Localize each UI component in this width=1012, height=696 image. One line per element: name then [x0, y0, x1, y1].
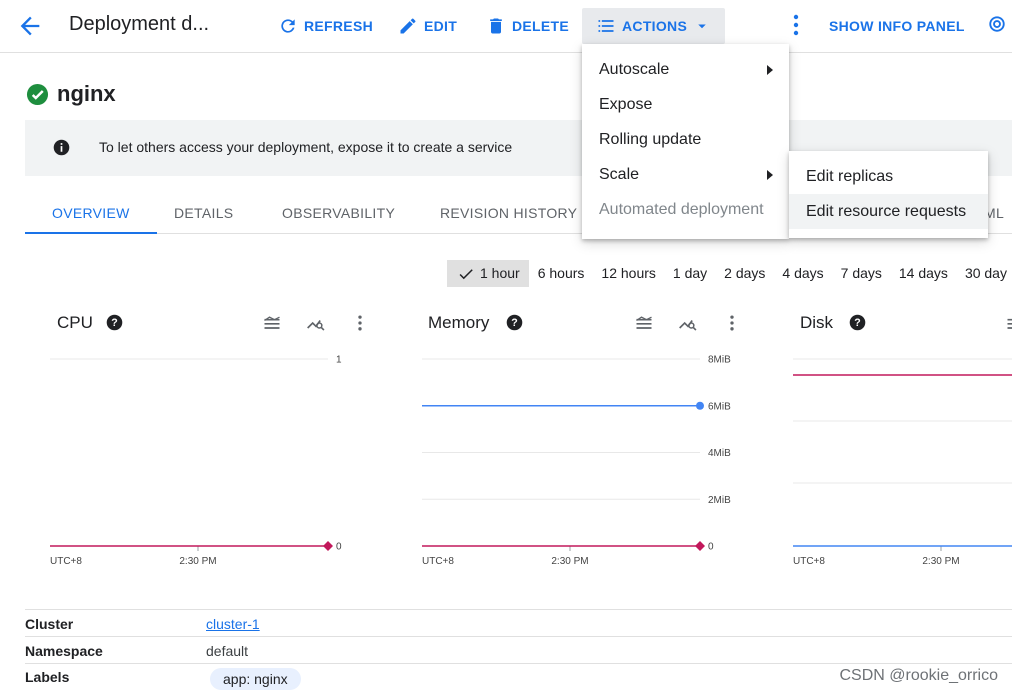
cpu-plot: 1 0 UTC+8 2:30 PM	[50, 355, 342, 567]
banner-text: To let others access your deployment, ex…	[99, 139, 513, 155]
refresh-icon	[281, 19, 295, 33]
refresh-label: REFRESH	[304, 18, 373, 34]
property-row: Cluster cluster-1	[25, 609, 1012, 636]
menu-item-autoscale[interactable]: Autoscale	[582, 52, 789, 87]
menu-item-label: Expose	[599, 96, 653, 113]
memory-plot: 8MiB 6MiB 4MiB 2MiB 0 UTC+8 2:30 PM	[422, 355, 731, 567]
resource-heading: nginx	[26, 81, 116, 107]
menu-item-automated-deployment: Automated deployment	[582, 192, 789, 227]
time-option[interactable]: 1 day	[673, 260, 707, 287]
disk-chart: Disk ? UTC+8 2:30 PM	[793, 305, 1012, 575]
menu-item-label: Edit resource requests	[806, 203, 967, 220]
cpu-chart: CPU ? 1 0 UTC+8 2:30 PM	[50, 305, 390, 575]
tab-overview[interactable]: OVERVIEW	[25, 194, 157, 234]
y-tick-label: 1	[336, 355, 342, 366]
menu-item-rolling-update[interactable]: Rolling update	[582, 122, 789, 157]
y-tick-label: 0	[336, 542, 342, 553]
menu-item-edit-replicas[interactable]: Edit replicas	[789, 159, 988, 194]
learn-icon[interactable]	[988, 15, 1006, 33]
show-info-panel-button[interactable]: SHOW INFO PANEL	[829, 8, 965, 44]
tab-observability[interactable]: OBSERVABILITY	[282, 194, 395, 234]
time-option[interactable]: 12 hours	[601, 260, 655, 287]
show-info-panel-label: SHOW INFO PANEL	[829, 18, 965, 34]
time-option-selected[interactable]: 1 hour	[447, 260, 529, 287]
y-tick-label: 4MiB	[708, 448, 731, 459]
time-option[interactable]: 14 days	[899, 260, 948, 287]
more-vert-icon[interactable]	[786, 12, 806, 38]
pencil-icon	[400, 18, 416, 34]
menu-item-label: Autoscale	[599, 61, 670, 78]
submenu-arrow-icon	[767, 170, 773, 180]
list-icon	[598, 20, 614, 32]
property-key: Labels	[25, 669, 70, 685]
time-range-selector: 1 hour 6 hours 12 hours 1 day 2 days 4 d…	[447, 260, 1012, 287]
refresh-button[interactable]: REFRESH	[278, 8, 373, 44]
back-arrow-icon[interactable]	[16, 12, 44, 40]
x-tick-label: UTC+8	[422, 556, 454, 567]
watermark: CSDN @rookie_orrico	[839, 667, 998, 684]
series-end-marker	[695, 541, 705, 551]
delete-button[interactable]: DELETE	[486, 8, 569, 44]
menu-item-label: Automated deployment	[599, 201, 764, 218]
x-tick-label: UTC+8	[50, 556, 82, 567]
disk-plot: UTC+8 2:30 PM	[793, 358, 1012, 567]
info-icon	[53, 139, 70, 156]
x-tick-label: 2:30 PM	[179, 556, 216, 567]
menu-item-expose[interactable]: Expose	[582, 87, 789, 122]
menu-item-edit-resource-requests[interactable]: Edit resource requests	[789, 194, 988, 229]
tab-revision-history[interactable]: REVISION HISTORY	[440, 194, 577, 234]
y-tick-label: 6MiB	[708, 401, 731, 412]
actions-label: ACTIONS	[622, 18, 688, 34]
time-option[interactable]: 4 days	[782, 260, 823, 287]
tab-details[interactable]: DETAILS	[174, 194, 233, 234]
time-option[interactable]: 6 hours	[538, 260, 585, 287]
submenu-arrow-icon	[767, 65, 773, 75]
y-tick-label: 0	[708, 542, 714, 553]
menu-item-label: Scale	[599, 166, 640, 183]
y-tick-label: 8MiB	[708, 355, 731, 366]
page-title: Deployment d...	[69, 13, 210, 35]
edit-button[interactable]: EDIT	[398, 8, 457, 44]
time-option[interactable]: 2 days	[724, 260, 765, 287]
resource-name: nginx	[57, 81, 116, 106]
menu-item-label: Edit replicas	[806, 168, 894, 185]
status-ok-icon	[26, 83, 49, 105]
menu-item-scale[interactable]: Scale	[582, 157, 789, 192]
memory-chart: Memory ? 8MiB 6MiB 4MiB 2MiB 0 UTC+8 2:30 PM	[422, 305, 762, 575]
menu-item-label: Rolling update	[599, 131, 702, 148]
series-end-marker	[323, 541, 333, 551]
top-bar: Deployment d... REFRESH EDIT DELETE ACTI…	[0, 0, 1012, 53]
property-key: Cluster	[25, 616, 74, 632]
scale-submenu: Edit replicas Edit resource requests	[789, 151, 988, 238]
cluster-link[interactable]: cluster-1	[206, 616, 260, 632]
time-option[interactable]: 30 day	[965, 260, 1007, 287]
x-tick-label: 2:30 PM	[922, 556, 959, 567]
trash-icon	[490, 18, 502, 34]
check-icon	[459, 268, 473, 279]
y-tick-label: 2MiB	[708, 495, 731, 506]
x-tick-label: 2:30 PM	[551, 556, 588, 567]
time-option-label: 1 hour	[480, 265, 520, 281]
edit-label: EDIT	[424, 18, 458, 34]
x-tick-label: UTC+8	[793, 556, 825, 567]
series-end-marker	[696, 401, 704, 410]
property-value: default	[206, 643, 249, 659]
label-chip: app: nginx	[210, 668, 301, 690]
delete-label: DELETE	[512, 18, 570, 34]
property-key: Namespace	[25, 643, 103, 659]
property-row: Namespace default	[25, 636, 1012, 663]
actions-menu: Autoscale Expose Rolling update Scale Au…	[582, 44, 789, 239]
time-option[interactable]: 7 days	[841, 260, 882, 287]
actions-button[interactable]: ACTIONS	[582, 8, 726, 44]
caret-down-icon	[698, 24, 706, 29]
